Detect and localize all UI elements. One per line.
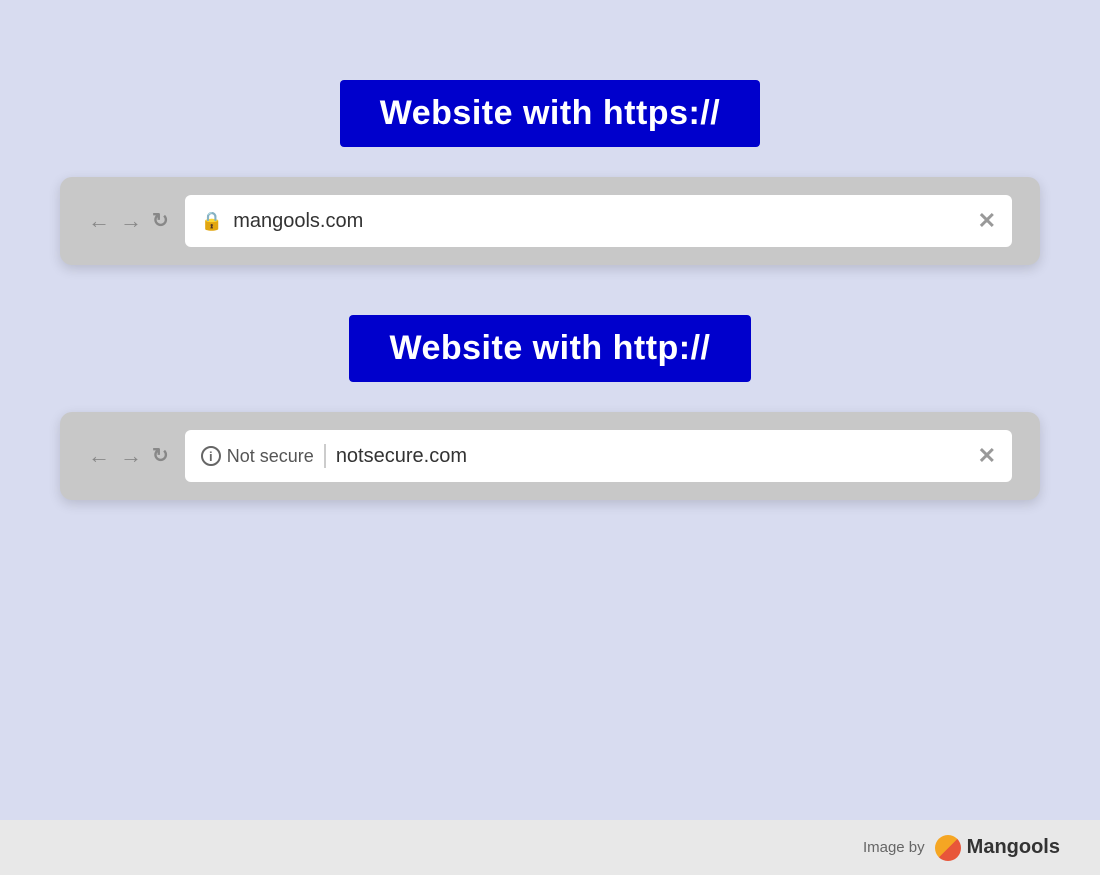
https-url-text: mangools.com	[233, 210, 967, 233]
image-by-label: Image by	[863, 839, 925, 856]
address-bar-divider	[324, 444, 326, 468]
https-browser-bar: ← → ↻ 🔒 mangools.com ✕	[60, 177, 1040, 265]
http-nav-buttons: ← → ↻	[88, 445, 169, 467]
https-title-banner: Website with https://	[340, 80, 760, 147]
not-secure-indicator: i Not secure	[201, 446, 314, 467]
mangools-logo: Mangools	[935, 835, 1060, 861]
not-secure-label: Not secure	[227, 446, 314, 467]
http-title-banner: Website with http://	[349, 315, 750, 382]
https-nav-buttons: ← → ↻	[88, 210, 169, 232]
http-url-text: notsecure.com	[336, 445, 968, 468]
http-forward-button[interactable]: →	[120, 445, 142, 467]
mangools-logo-icon	[935, 835, 961, 861]
http-section: Website with http:// ← → ↻ i Not secure	[60, 315, 1040, 500]
http-browser-bar: ← → ↻ i Not secure notsecure.com ✕	[60, 412, 1040, 500]
info-circle-icon: i	[201, 446, 221, 466]
reload-button[interactable]: ↻	[152, 211, 169, 231]
https-close-button[interactable]: ✕	[978, 208, 996, 234]
main-content: Website with https:// ← → ↻ 🔒 mangools.c…	[0, 0, 1100, 500]
https-address-bar[interactable]: 🔒 mangools.com ✕	[185, 195, 1012, 247]
mangools-brand-name: Mangools	[967, 836, 1060, 859]
forward-button[interactable]: →	[120, 210, 142, 232]
back-button[interactable]: ←	[88, 210, 110, 232]
https-section: Website with https:// ← → ↻ 🔒 mangools.c…	[60, 80, 1040, 265]
http-back-button[interactable]: ←	[88, 445, 110, 467]
http-reload-button[interactable]: ↻	[152, 446, 169, 466]
footer: Image by Mangools	[0, 820, 1100, 875]
http-address-bar[interactable]: i Not secure notsecure.com ✕	[185, 430, 1012, 482]
http-close-button[interactable]: ✕	[978, 443, 996, 469]
lock-icon: 🔒	[201, 211, 223, 232]
